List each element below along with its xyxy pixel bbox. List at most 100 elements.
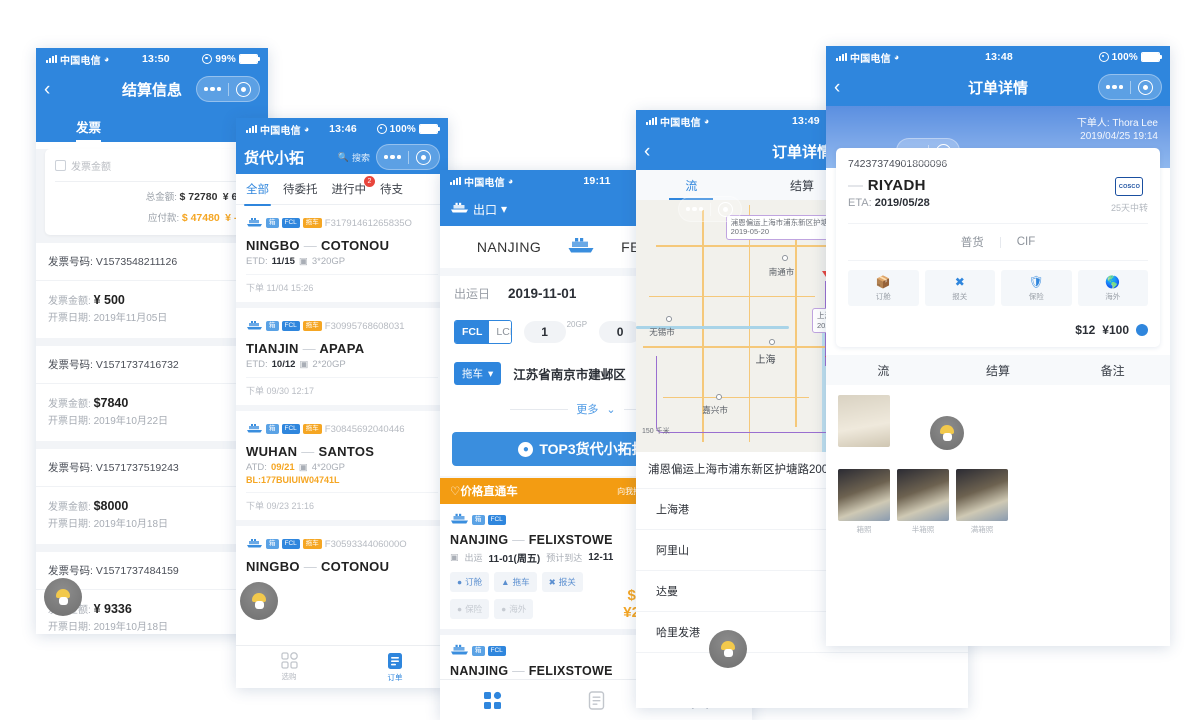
tab-shop[interactable] (440, 691, 544, 710)
order-number: F30845692040446 (324, 423, 405, 435)
qty-20gp[interactable]: 1 20GP (523, 320, 587, 343)
tab-pending-pay[interactable]: 待支 (380, 181, 403, 197)
photo-thumb[interactable]: 满箱照 (956, 469, 1008, 535)
tab-settlement[interactable]: 结算 (941, 362, 1056, 379)
photo-thumb[interactable] (838, 395, 890, 448)
tab-invoice[interactable]: 发票 (76, 117, 102, 142)
back-button[interactable]: ‹ (644, 142, 668, 161)
close-circle-icon[interactable] (928, 143, 959, 159)
destination-row: — RIYADH ETA: 2019/05/28 COSCO 25天中转 (848, 177, 1148, 214)
tab-pending-entrust[interactable]: 待委托 (283, 181, 318, 197)
map-road (649, 295, 816, 298)
mini-program-capsule[interactable] (196, 76, 260, 102)
service-insurance[interactable]: ● 保险 (450, 599, 490, 619)
document-icon (388, 652, 402, 669)
invoice-date-label: 开票日期: (48, 313, 91, 324)
close-circle-icon[interactable] (710, 201, 741, 217)
order-card[interactable]: 箱 FCL 拖车 F31791461265835O NINGBO — COTON… (236, 205, 448, 302)
toggle-lcl[interactable]: LCL (489, 321, 511, 343)
tab-orders[interactable] (544, 690, 648, 710)
bill-of-lading: BL:177BUIUIW04741L (246, 475, 438, 485)
invoice-amount-label: 发票金额: (48, 502, 91, 513)
mini-program-capsule[interactable] (376, 144, 440, 170)
invoice-item[interactable]: 发票号码: V1571737416732 发票金额: $7840 开票日期: 2… (36, 346, 268, 441)
photo-thumb[interactable]: 半箱照 (897, 469, 949, 535)
service-customs[interactable]: ✖ 报关 (541, 572, 583, 592)
tag-box-icon: 箱 (266, 538, 279, 550)
trailer-selector[interactable]: 拖车 ▾ (454, 362, 502, 385)
invoice-body: 发票金额: ¥ 500 开票日期: 2019年11月05日 (36, 281, 268, 338)
more-icon[interactable] (1099, 84, 1130, 90)
transit-time: 25天中转 (1110, 203, 1148, 213)
close-circle-icon[interactable] (228, 81, 259, 97)
toggle-fcl[interactable]: FCL (455, 321, 490, 343)
route-from: NINGBO (246, 559, 300, 574)
tab-in-progress[interactable]: 进行中 2 (332, 176, 375, 197)
battery-icon (1140, 52, 1162, 62)
tab-shop[interactable]: 选购 (236, 652, 342, 682)
service-customs[interactable]: ✖ 报关 (924, 270, 995, 307)
ship-icon (246, 214, 263, 232)
select-all-checkbox[interactable] (55, 160, 66, 171)
search-icon: 🔍 (337, 151, 349, 162)
order-route: TIANJIN — APAPA (246, 341, 438, 356)
service-insurance[interactable]: 🛡 保险 (1001, 270, 1072, 307)
mini-program-capsule[interactable] (678, 196, 742, 222)
search-input[interactable]: 🔍 搜索 (338, 151, 370, 164)
service-trailer[interactable]: ▲ 拖车 (494, 572, 537, 592)
more-icon[interactable] (197, 86, 228, 92)
wifi-icon: ◕ (103, 54, 110, 64)
service-overseas[interactable]: 🌎 海外 (1077, 270, 1148, 307)
tag-trailer: 拖车 (302, 423, 322, 435)
mode-selector[interactable]: 出口 ▾ (450, 201, 507, 218)
order-card[interactable]: 箱 FCL 拖车 F30845692040446 WUHAN — SANTOS … (236, 411, 448, 520)
tag-box-icon: 箱 (266, 320, 279, 332)
photo-thumb[interactable]: 箱照 (838, 469, 890, 535)
overseas-icon: ● (501, 604, 507, 614)
fcl-lcl-toggle[interactable]: FCL LCL (454, 320, 512, 344)
info-icon[interactable] (1136, 324, 1148, 337)
close-circle-icon[interactable] (408, 149, 439, 165)
amount-cny: ¥100 (1102, 323, 1129, 338)
invoice-number-row: 发票号码: V1571737519243 (36, 449, 268, 487)
customer-service-avatar[interactable] (44, 578, 82, 616)
status-right: 100% (1098, 52, 1162, 63)
more-icon[interactable] (897, 148, 928, 154)
invoice-item[interactable]: 发票号码: V1571737519243 发票金额: $8000 开票日期: 2… (36, 449, 268, 544)
wifi-icon: ◕ (303, 124, 310, 134)
back-button[interactable]: ‹ (44, 80, 68, 99)
more-icon[interactable] (679, 206, 710, 212)
service-booking[interactable]: 📦 订舱 (848, 270, 919, 307)
tab-remarks[interactable]: 备注 (1055, 362, 1170, 379)
invoice-item[interactable]: 发票号码: V1573548211126 发票金额: ¥ 500 开票日期: 2… (36, 243, 268, 338)
service-overseas[interactable]: ● 海外 (494, 599, 534, 619)
mini-program-capsule[interactable] (896, 138, 960, 164)
tab-all[interactable]: 全部 (244, 181, 271, 206)
photo-image (956, 469, 1008, 522)
ship-icon (246, 317, 263, 335)
qty-40gp-value: 0 (599, 321, 642, 343)
back-button[interactable]: ‹ (834, 78, 858, 97)
customer-service-avatar[interactable] (709, 630, 747, 668)
tab-logistics[interactable]: 流 (636, 177, 747, 200)
service-booking[interactable]: ● 订舱 (450, 572, 490, 592)
order-card[interactable]: 箱 FCL 拖车 F3059334406000O NINGBO — COTONO… (236, 526, 448, 582)
close-circle-icon[interactable] (1130, 79, 1161, 95)
origin-port: NANJING (476, 239, 542, 255)
tab-orders[interactable]: 订单 (342, 652, 448, 683)
invoice-date-label: 开票日期: (48, 519, 91, 530)
offer-from: NANJING (450, 664, 509, 678)
placed-by-value: Thora Lee (1112, 118, 1158, 129)
tab-logistics[interactable]: 流 (826, 362, 941, 379)
customer-service-avatar[interactable] (930, 416, 964, 450)
photo-row: 箱照 半箱照 满箱照 (838, 469, 1158, 535)
invoice-date-row: 开票日期: 2019年10月18日 (48, 618, 256, 633)
face-icon (723, 649, 733, 657)
order-card[interactable]: 箱 FCL 拖车 F30995768608031 TIANJIN — APAPA… (236, 308, 448, 405)
customer-service-avatar[interactable] (240, 582, 278, 620)
status-time: 13:46 (329, 123, 357, 135)
mini-program-capsule[interactable] (1098, 74, 1162, 100)
map-scale: 150 千米 (642, 428, 670, 435)
insurance-icon: ● (457, 604, 463, 614)
more-icon[interactable] (377, 154, 408, 160)
